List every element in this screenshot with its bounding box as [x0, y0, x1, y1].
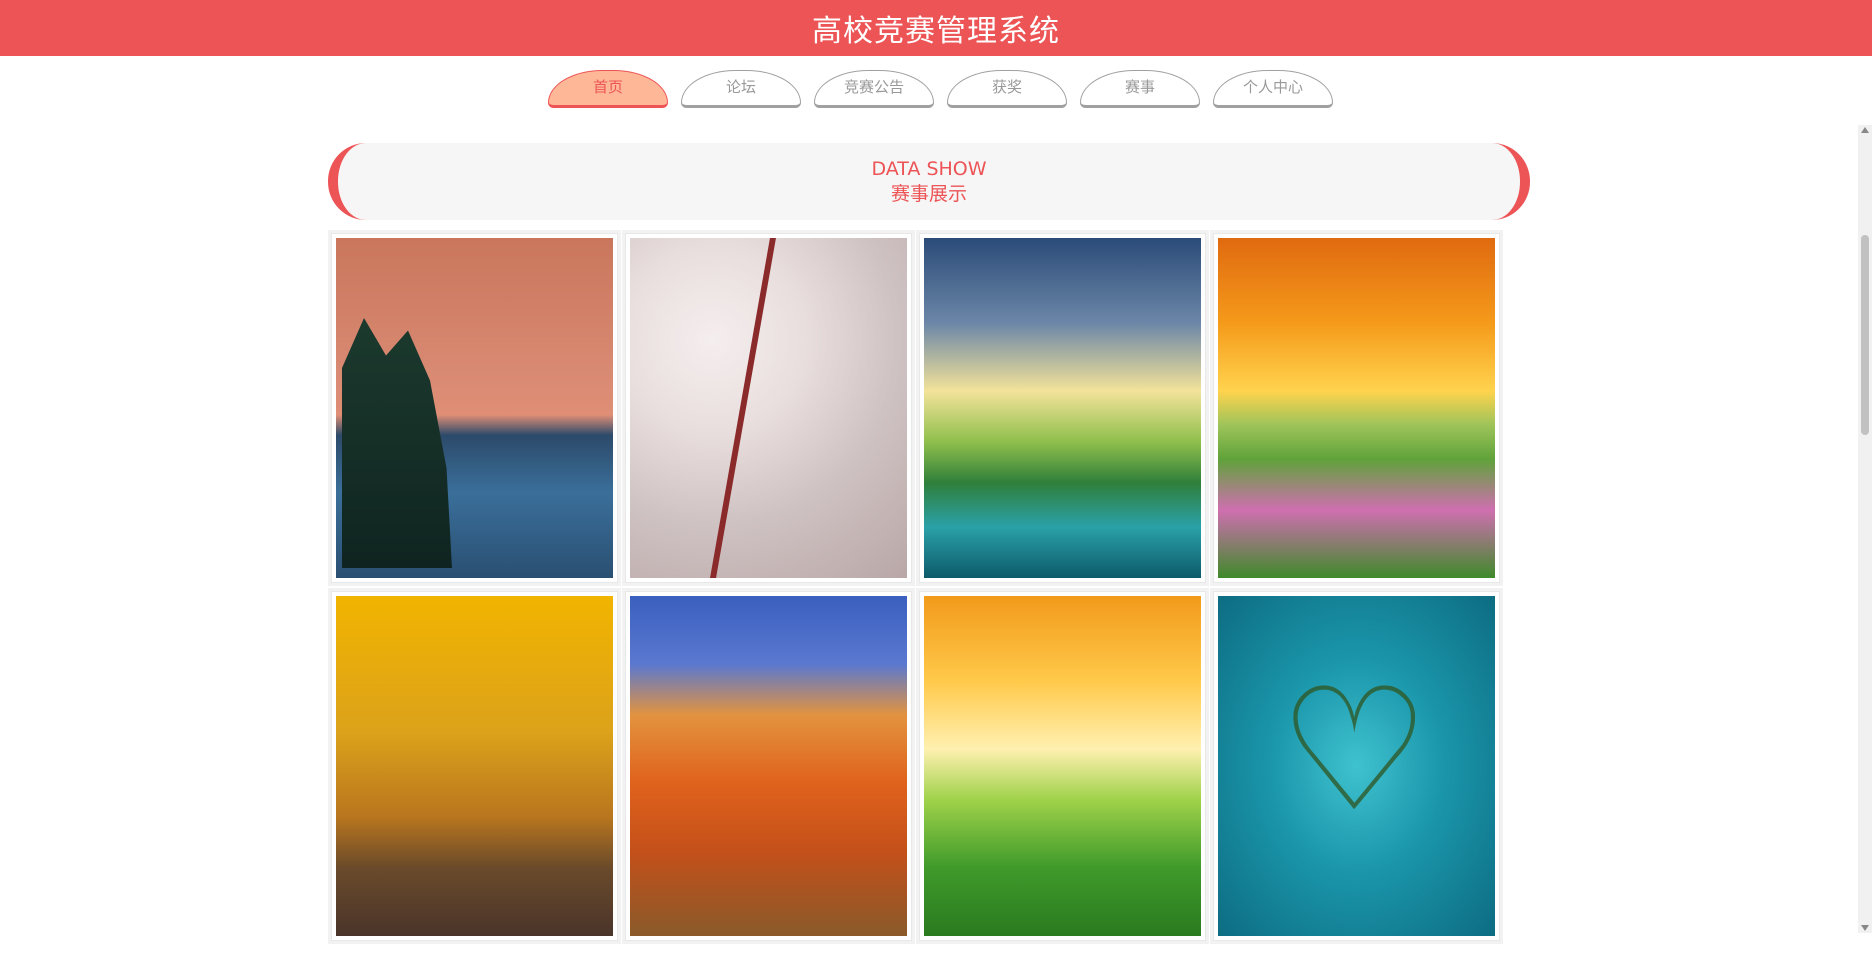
tab-home[interactable]: 首页 — [548, 70, 668, 108]
tab-awards[interactable]: 获奖 — [947, 70, 1067, 108]
gallery-image[interactable] — [1218, 238, 1495, 578]
tab-personal-center[interactable]: 个人中心 — [1213, 70, 1333, 108]
app-title: 高校竞赛管理系统 — [812, 14, 1060, 49]
tab-events[interactable]: 赛事 — [1080, 70, 1200, 108]
scrollbar-thumb[interactable] — [1861, 235, 1869, 435]
tab-forum[interactable]: 论坛 — [681, 70, 801, 108]
section-title-cn: 赛事展示 — [890, 183, 967, 205]
gallery-card[interactable] — [331, 591, 618, 941]
scroll-down-icon[interactable] — [1861, 925, 1869, 931]
vertical-scrollbar[interactable] — [1858, 125, 1872, 933]
gallery-image[interactable] — [924, 596, 1201, 936]
gallery-card[interactable] — [1213, 233, 1500, 583]
scroll-up-icon[interactable] — [1861, 127, 1869, 133]
gallery-image[interactable] — [1218, 596, 1495, 936]
gallery-grid — [331, 233, 1501, 941]
gallery-image[interactable] — [924, 238, 1201, 578]
gallery-card[interactable] — [919, 233, 1206, 583]
main-nav: 首页 论坛 竞赛公告 获奖 赛事 个人中心 — [548, 70, 1333, 108]
tab-competition-notice[interactable]: 竞赛公告 — [814, 70, 934, 108]
top-header: 高校竞赛管理系统 — [0, 0, 1872, 56]
section-title-en: DATA SHOW — [871, 158, 987, 180]
gallery-card[interactable] — [625, 233, 912, 583]
gallery-card[interactable] — [625, 591, 912, 941]
gallery-image[interactable] — [630, 596, 907, 936]
gallery-image[interactable] — [630, 238, 907, 578]
section-banner: DATA SHOW 赛事展示 — [328, 143, 1530, 220]
gallery-card[interactable] — [1213, 591, 1500, 941]
gallery-image[interactable] — [336, 238, 613, 578]
gallery-card[interactable] — [331, 233, 618, 583]
gallery-image[interactable] — [336, 596, 613, 936]
gallery-card[interactable] — [919, 591, 1206, 941]
